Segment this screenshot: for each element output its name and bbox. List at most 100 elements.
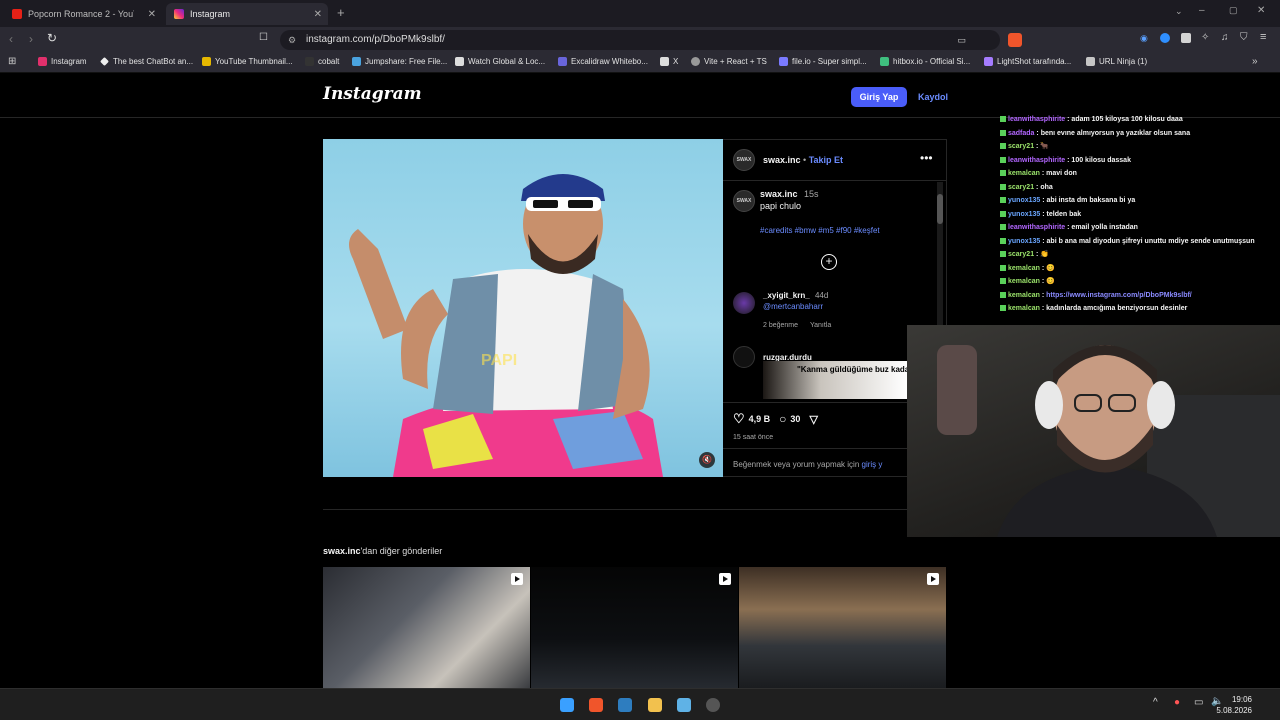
like-icon[interactable]: ♡ xyxy=(733,411,745,427)
share-icon[interactable]: ▽ xyxy=(809,413,817,426)
extension-icon[interactable] xyxy=(1181,33,1191,43)
forward-icon[interactable]: › xyxy=(29,32,33,46)
close-window-icon[interactable]: ✕ xyxy=(1257,5,1265,16)
extension-icon[interactable] xyxy=(1160,33,1170,43)
author-avatar[interactable]: SWAX xyxy=(733,149,755,171)
follow-button[interactable]: Takip Et xyxy=(809,155,843,165)
more-options-icon[interactable]: ••• xyxy=(920,151,933,165)
bookmark-youtube-thumbnail[interactable]: YouTube Thumbnail... xyxy=(202,57,293,66)
login-prompt-link[interactable]: giriş y xyxy=(862,460,883,469)
more-post-thumbnail[interactable] xyxy=(531,567,738,688)
comment-username[interactable]: _xyigit_krn_ xyxy=(763,291,810,300)
video-overlay-text: PAPI xyxy=(481,352,518,369)
brave-shield-icon[interactable] xyxy=(1008,33,1022,47)
commenter-avatar[interactable] xyxy=(733,292,755,314)
comment-image-preview[interactable]: "Kanma güldüğüme buz kadar sert xyxy=(763,361,907,399)
chat-username: yunox135 xyxy=(1008,237,1041,245)
mute-icon[interactable]: 🔇 xyxy=(699,452,715,468)
chat-username: kemalcan xyxy=(1008,278,1040,285)
post-actions: ♡ 4,9 B ○ 30 ▽ xyxy=(733,411,818,427)
more-posts-user[interactable]: swax.inc xyxy=(323,546,361,556)
scrollbar-thumb[interactable] xyxy=(937,194,943,224)
start-icon[interactable] xyxy=(560,698,574,712)
close-tab-icon[interactable]: ✕ xyxy=(148,9,156,20)
comment-header: _xyigit_krn_ 44d xyxy=(763,291,828,300)
signup-link[interactable]: Kaydol xyxy=(918,87,948,107)
file-explorer-icon[interactable] xyxy=(648,698,662,712)
site-info-icon[interactable]: ⚙ xyxy=(288,30,296,50)
chat-username: kemalcan xyxy=(1008,264,1040,272)
shield-icon[interactable]: ⛉ xyxy=(1240,32,1248,43)
obs-icon[interactable] xyxy=(706,698,720,712)
chat-badge-icon xyxy=(1000,237,1006,244)
caption-avatar[interactable]: SWAX xyxy=(733,190,755,212)
commenter-avatar[interactable] xyxy=(733,346,755,368)
chat-text: mavi don xyxy=(1046,170,1077,177)
youtube-icon xyxy=(12,9,22,19)
display-icon[interactable]: ▭ xyxy=(1194,697,1203,708)
music-icon[interactable]: ♫ xyxy=(1221,32,1229,43)
chat-message: scary21 : 🐂 xyxy=(1000,140,1280,154)
tab-list-icon[interactable]: ⌄ xyxy=(1175,6,1183,17)
close-tab-icon[interactable]: ✕ xyxy=(314,9,322,20)
reply-button[interactable]: Yanıtla xyxy=(810,322,831,329)
app-icon[interactable] xyxy=(677,698,691,712)
like-count: 4,9 B xyxy=(748,414,771,424)
chat-username: yunox135 xyxy=(1008,197,1041,204)
tray-chevron-icon[interactable]: ^ xyxy=(1153,697,1158,708)
bookmark-x[interactable]: X xyxy=(660,57,678,66)
bookmark-instagram[interactable]: Instagram xyxy=(38,57,87,66)
brave-icon[interactable] xyxy=(589,698,603,712)
cobalt-icon xyxy=(305,57,314,66)
bookmark-label: YouTube Thumbnail... xyxy=(215,57,293,66)
comment-likes[interactable]: 2 beğenme xyxy=(763,322,798,329)
maximize-icon[interactable]: ▢ xyxy=(1229,5,1238,16)
login-button[interactable]: Giriş Yap xyxy=(851,87,907,107)
bookmark-chatbot[interactable]: The best ChatBot an... xyxy=(100,57,193,66)
clock[interactable]: 19:06 5.08.2026 xyxy=(1216,694,1252,716)
reload-icon[interactable]: ↻ xyxy=(47,31,57,45)
chat-badge-icon xyxy=(1000,264,1006,271)
bookmark-cobalt[interactable]: cobalt xyxy=(305,57,339,66)
comment-icon[interactable]: ○ xyxy=(779,412,786,426)
bookmark-label: file.io - Super simpl... xyxy=(792,57,867,66)
caption-username[interactable]: swax.inc xyxy=(760,189,798,199)
bookmark-excalidraw[interactable]: Excalidraw Whitebo... xyxy=(558,57,648,66)
bookmark-lightshot[interactable]: LightShot tarafında... xyxy=(984,57,1071,66)
tab-youtube[interactable]: Popcorn Romance 2 - YouTube ✕ xyxy=(4,3,162,25)
bookmark-vite[interactable]: Vite + React + TS xyxy=(691,57,767,66)
comment-time: 44d xyxy=(814,291,829,300)
apps-grid-icon[interactable]: ⊞ xyxy=(8,56,16,67)
steam-icon[interactable] xyxy=(618,698,632,712)
instagram-logo[interactable]: Instagram xyxy=(323,84,422,104)
caption-hashtags[interactable]: #caredits #bmw #m5 #f90 #keşfet xyxy=(760,226,880,235)
bookmark-hitbox[interactable]: hitbox.io - Official Si... xyxy=(880,57,970,66)
microphone-icon[interactable]: ● xyxy=(1174,697,1180,708)
bookmarks-bar: ⊞ Instagram The best ChatBot an... YouTu… xyxy=(0,53,1280,73)
author-username[interactable]: swax.inc xyxy=(763,155,801,165)
bookmark-fileio[interactable]: file.io - Super simpl... xyxy=(779,57,867,66)
extension-icon[interactable]: ◉ xyxy=(1140,33,1148,44)
bookmark-label: Jumpshare: Free File... xyxy=(365,57,448,66)
menu-icon[interactable]: ≡ xyxy=(1260,31,1266,43)
bookmark-icon[interactable]: ☐ xyxy=(259,32,268,43)
more-post-thumbnail[interactable] xyxy=(739,567,946,688)
tab-instagram[interactable]: Instagram ✕ xyxy=(166,3,328,25)
address-bar[interactable]: ⚙ instagram.com/p/DboPMk9slbf/ ▭ xyxy=(280,30,1022,50)
bookmark-url-ninja[interactable]: URL Ninja (1) xyxy=(1086,57,1147,66)
bookmark-watch-global[interactable]: Watch Global & Loc... xyxy=(455,57,545,66)
more-post-thumbnail[interactable] xyxy=(323,567,530,688)
chat-text: 🐂 xyxy=(1040,143,1050,150)
extensions-icon[interactable]: ✧ xyxy=(1201,32,1209,43)
comment-mention[interactable]: @mertcanbaharr xyxy=(763,302,823,311)
chat-username: kemalcan xyxy=(1008,170,1040,177)
new-tab-icon[interactable]: + xyxy=(337,5,345,20)
load-more-comments-icon[interactable]: + xyxy=(821,254,837,270)
post-video[interactable]: PAPI 🔇 xyxy=(323,139,723,477)
back-icon[interactable]: ‹ xyxy=(9,32,13,46)
more-bookmarks-icon[interactable]: » xyxy=(1252,56,1258,67)
cast-icon[interactable]: ▭ xyxy=(957,30,966,50)
bookmark-jumpshare[interactable]: Jumpshare: Free File... xyxy=(352,57,447,66)
chat-text: abi insta dm baksana bi ya xyxy=(1046,197,1136,204)
minimize-icon[interactable]: – xyxy=(1199,5,1205,16)
